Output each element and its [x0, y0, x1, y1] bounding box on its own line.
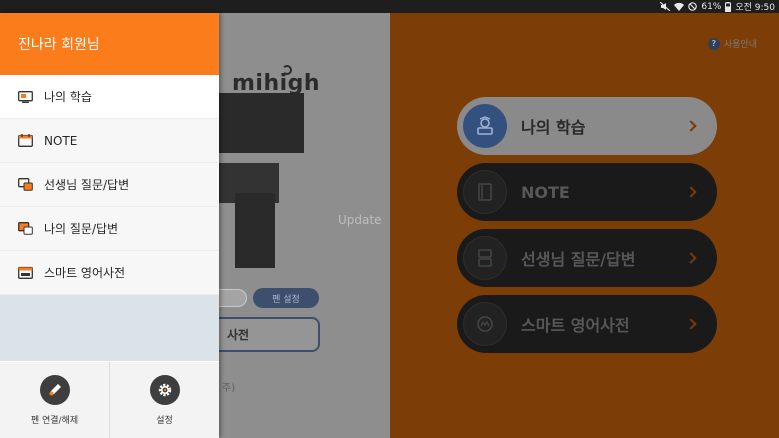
settings-label: 설정: [156, 415, 173, 426]
qa-board-icon: [463, 236, 507, 280]
status-bar: 61% 오전 9:50: [0, 0, 779, 13]
monitor-icon: [18, 90, 44, 103]
update-text: Update: [338, 213, 382, 227]
chevron-right-icon: [685, 318, 697, 330]
help-icon: ?: [707, 37, 720, 50]
drawer-item-label: NOTE: [44, 133, 78, 148]
menu-button-label: 스마트 영어사전: [521, 316, 630, 335]
navigation-drawer: 진나라 회원님 나의 학습 NOTE 선생님 질문/답변 나의 질문/답변 스마…: [0, 13, 219, 438]
drawer-menu: 나의 학습 NOTE 선생님 질문/답변 나의 질문/답변 스마트 영어사전: [0, 75, 219, 295]
drawer-bottom-bar: 펜 연결/해제 설정: [0, 362, 219, 438]
help-link[interactable]: ? 사용안내: [707, 37, 757, 50]
menu-smart-dictionary-button[interactable]: 스마트 영어사전: [457, 295, 717, 353]
status-time: 오전 9:50: [735, 3, 775, 13]
drawer-item-my-qa[interactable]: 나의 질문/답변: [0, 207, 219, 251]
input-pill[interactable]: [219, 289, 247, 307]
drawer-item-my-study[interactable]: 나의 학습: [0, 75, 219, 119]
footer-note: 주): [222, 383, 236, 394]
pen-connect-button[interactable]: 펜 연결/해제: [0, 362, 109, 438]
user-name: 진나라 회원님: [18, 37, 100, 53]
drawer-item-label: 스마트 영어사전: [44, 266, 126, 280]
help-label: 사용안내: [723, 40, 757, 50]
chevron-right-icon: [685, 186, 697, 198]
menu-note-button[interactable]: NOTE: [457, 163, 717, 221]
drawer-item-label: 나의 학습: [44, 90, 92, 104]
mute-icon: [660, 2, 671, 11]
menu-teacher-qa-button[interactable]: 선생님 질문/답변: [457, 229, 717, 287]
background-right-panel: ? 사용안내: [390, 13, 779, 438]
wifi-icon: [674, 2, 685, 11]
drawer-item-label: 선생님 질문/답변: [44, 178, 130, 192]
menu-button-label: 선생님 질문/답변: [521, 250, 636, 269]
drawer-header: 진나라 회원님: [0, 13, 219, 75]
calendar-abc-icon: [18, 266, 44, 279]
student-icon: [463, 104, 507, 148]
menu-button-label: NOTE: [521, 182, 570, 202]
hero-graphic: [235, 193, 275, 268]
battery-icon: [725, 1, 732, 12]
dictionary-box[interactable]: 사전: [219, 317, 320, 352]
drawer-item-note[interactable]: NOTE: [0, 119, 219, 163]
menu-my-study-button[interactable]: 나의 학습: [457, 97, 717, 155]
chat-screen-icon: [18, 222, 44, 235]
pen-connect-label: 펜 연결/해제: [30, 415, 79, 426]
calendar-icon: [18, 134, 44, 147]
gear-icon: [149, 374, 180, 405]
status-right: 61% 오전 9:50: [660, 0, 775, 13]
hero-graphic: [219, 93, 304, 153]
no-sign-icon: [688, 2, 698, 11]
battery-percent: 61%: [701, 1, 722, 12]
menu-button-label: 나의 학습: [521, 118, 586, 137]
drawer-item-smart-dictionary[interactable]: 스마트 영어사전: [0, 251, 219, 295]
chat-screen-icon: [18, 178, 44, 191]
logo-mark-icon: [282, 65, 292, 75]
drawer-empty-area: [0, 295, 219, 361]
pen-settings-button[interactable]: 펜 설정: [253, 288, 319, 308]
chevron-right-icon: [685, 252, 697, 264]
chevron-right-icon: [685, 120, 697, 132]
settings-button[interactable]: 설정: [109, 362, 219, 438]
pen-icon: [39, 374, 70, 405]
dictionary-icon: [463, 302, 507, 346]
notebook-icon: [463, 170, 507, 214]
drawer-item-label: 나의 질문/답변: [44, 222, 119, 236]
drawer-item-teacher-qa[interactable]: 선생님 질문/답변: [0, 163, 219, 207]
